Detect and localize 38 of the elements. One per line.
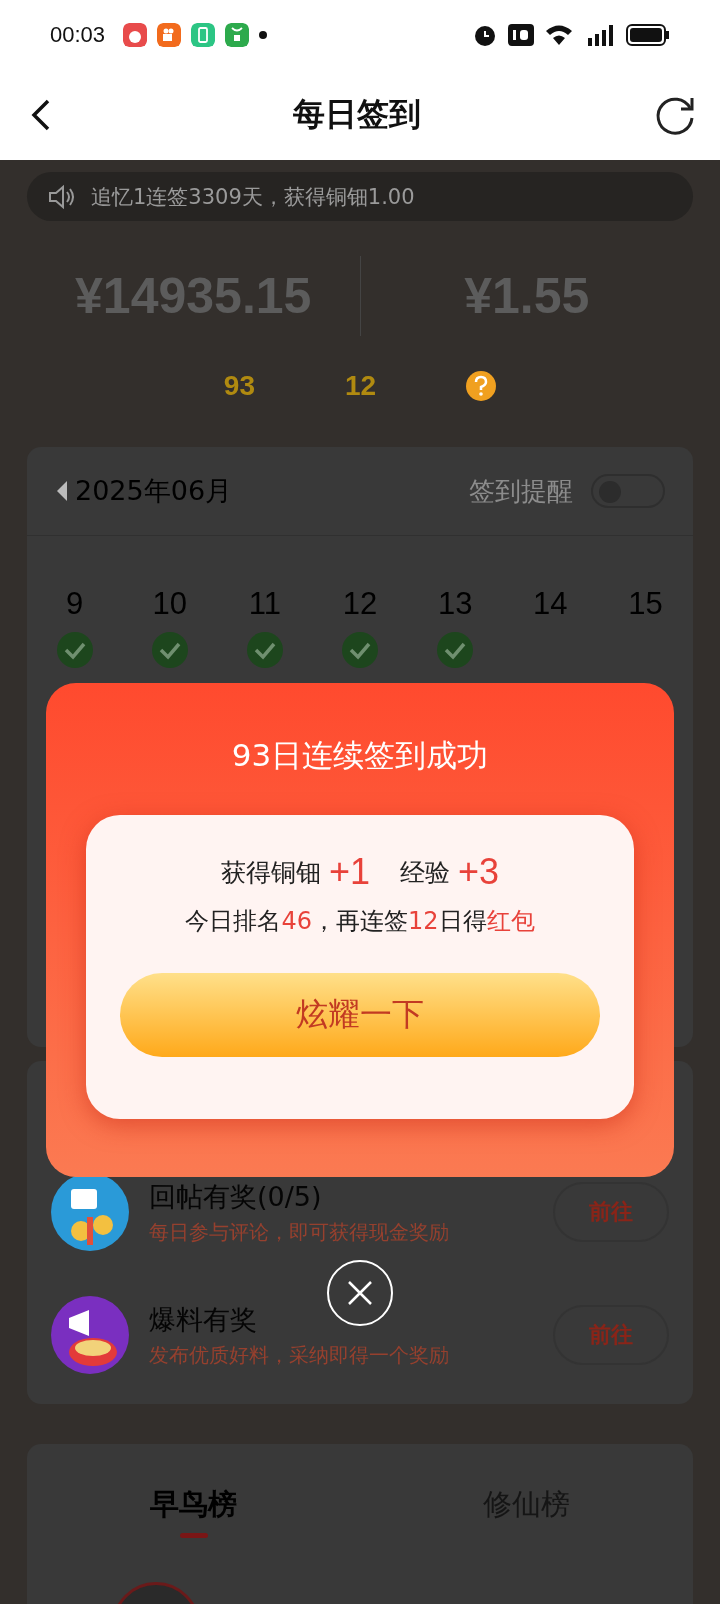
dialog-title: 93日连续签到成功 [231,736,489,775]
task-description: 每日参与评论，即可获得现金奖励 [149,1218,450,1246]
dot-icon [259,31,268,39]
calendar-day[interactable]: 9 [65,586,84,622]
reward-label: 获得铜钿 [220,856,321,889]
calendar-day[interactable]: 15 [628,586,663,622]
battery-app-icon [191,23,216,47]
remaining-days: 12 [345,370,377,402]
calendar-day[interactable]: 14 [533,586,568,622]
calendar-day[interactable]: 11 [248,586,281,622]
calendar-day[interactable]: 13 [437,586,473,622]
help-icon[interactable] [466,371,497,401]
leaderboard-tab[interactable]: 早鸟榜 [27,1484,360,1554]
previous-month-icon[interactable] [55,479,69,503]
streak-days: 93 [223,370,255,402]
reward-label: 经验 [400,856,450,889]
app-notification-icon [123,23,148,47]
megaphone-icon [51,1296,129,1374]
close-icon [347,1280,373,1306]
reminder-label: 签到提醒 [469,474,573,508]
calendar-day[interactable]: 12 [342,586,378,622]
go-button[interactable]: 前往 [553,1182,669,1242]
page-title: 每日签到 [293,94,421,135]
go-button[interactable]: 前往 [553,1305,669,1365]
speaker-icon [47,183,77,210]
calendar-month: 2025年06月 [75,474,233,508]
reward-amount: +3 [458,851,500,893]
wifi-icon [544,23,574,47]
video-camera-icon [157,23,182,47]
rank-message: 今日排名 46，再连签12 日得红包 [185,906,535,937]
share-button[interactable]: 炫耀一下 [120,973,600,1057]
close-button[interactable] [327,1260,393,1326]
task-description: 发布优质好料，采纳即得一个奖励 [149,1341,450,1369]
notice-text: 追忆1连签3309天，获得铜钿1.00 [91,183,415,211]
battery-level-icon [626,24,670,46]
calendar-day[interactable]: 10 [152,586,187,622]
status-time: 00:03 [50,22,106,48]
reward-amount: +1 [328,851,370,893]
